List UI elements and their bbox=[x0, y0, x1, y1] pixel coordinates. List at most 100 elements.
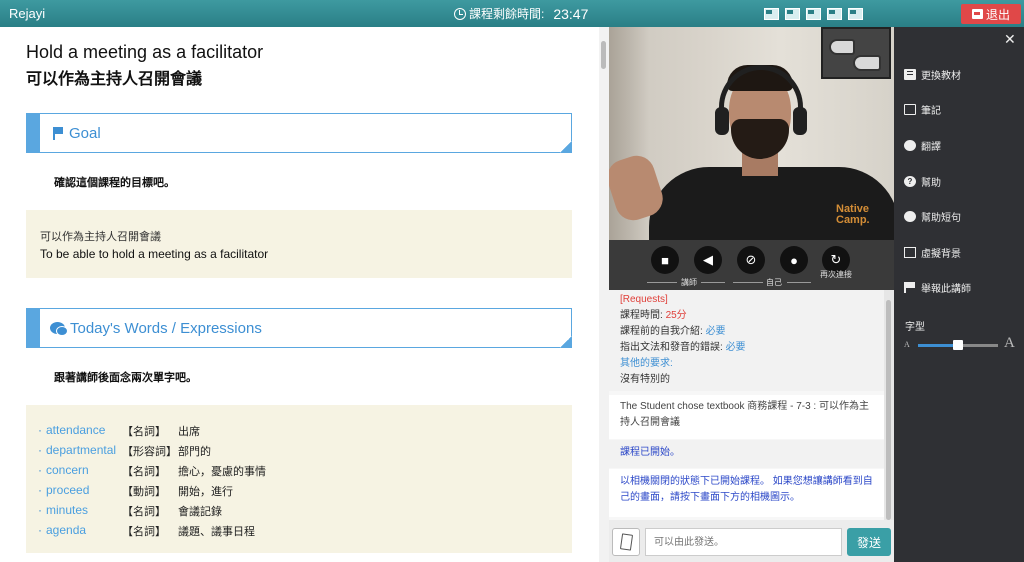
media-controls: ■ ◀ ⊘ ● ↻ 講師 自己 再次連接 bbox=[609, 240, 894, 290]
timer-label: 課程剩餘時間: bbox=[469, 7, 545, 21]
chat-input[interactable] bbox=[645, 528, 842, 556]
other-label: 其他的要求: bbox=[620, 358, 673, 369]
font-small-icon: A bbox=[904, 340, 910, 349]
menu-label: 幫助短句 bbox=[921, 213, 961, 224]
edit-icon bbox=[904, 104, 916, 115]
word[interactable]: departmental bbox=[46, 443, 122, 459]
close-icon[interactable]: ✕ bbox=[1004, 31, 1016, 48]
goal-section-header: Goal bbox=[26, 113, 572, 153]
lesson-started-message: 課程已開始。 bbox=[609, 440, 884, 468]
right-sidebar: ✕ 更換教材 筆記 翻譯 ? 幫助 幫助短句 虛擬背景 舉報此講師 字型 A A bbox=[894, 27, 1024, 562]
goal-heading: Goal bbox=[69, 124, 101, 142]
word[interactable]: minutes bbox=[46, 503, 122, 519]
headset-ear-right bbox=[793, 107, 807, 135]
goal-text-en: To be able to hold a meeting as a facili… bbox=[40, 247, 269, 261]
meaning: 會議記錄 bbox=[178, 506, 222, 518]
refresh-icon: ↻ bbox=[830, 252, 842, 267]
note-icon[interactable] bbox=[612, 528, 640, 556]
self-camera-button[interactable]: ⊘ bbox=[737, 246, 765, 274]
flag-icon bbox=[904, 282, 916, 293]
report-teacher-item[interactable]: 舉報此講師 bbox=[904, 280, 971, 295]
help-phrases-item[interactable]: 幫助短句 bbox=[904, 209, 961, 224]
list-item: · departmental 【形容詞】 部門的 bbox=[38, 443, 211, 459]
chat-log: [Requests] 課程時間: 25分 課程前的自我介紹: 必要 指出文法和發… bbox=[609, 290, 884, 520]
self-preview[interactable] bbox=[821, 27, 891, 79]
change-material-item[interactable]: 更換教材 bbox=[904, 67, 961, 82]
shoe-left bbox=[829, 39, 855, 55]
part-of-speech: 【名詞】 bbox=[122, 426, 166, 438]
menu-label: 舉報此講師 bbox=[921, 284, 971, 295]
requests-title: [Requests] bbox=[620, 294, 668, 305]
request-duration: 課程時間: 25分 bbox=[620, 308, 873, 324]
meaning: 擔心，憂慮的事情 bbox=[178, 466, 266, 478]
layout-5-icon[interactable] bbox=[848, 8, 863, 20]
textbook-message: The Student chose textbook 商務課程 - 7-3 : … bbox=[609, 395, 884, 439]
intro-label: 課程前的自我介紹: bbox=[620, 326, 703, 337]
word[interactable]: agenda bbox=[46, 523, 122, 539]
teacher-camera-button[interactable]: ■ bbox=[651, 246, 679, 274]
layout-2-icon[interactable] bbox=[785, 8, 800, 20]
divider-line bbox=[733, 282, 763, 283]
request-intro: 課程前的自我介紹: 必要 bbox=[620, 324, 873, 340]
chat-input-bar: 發送 bbox=[609, 520, 894, 562]
part-of-speech: 【形容詞】 bbox=[122, 446, 177, 458]
layout-3-icon[interactable] bbox=[806, 8, 821, 20]
bullet: · bbox=[38, 523, 42, 537]
fold-corner bbox=[560, 336, 572, 348]
virtual-background-item[interactable]: 虛擬背景 bbox=[904, 245, 961, 260]
image-icon bbox=[904, 247, 916, 258]
layout-1-icon[interactable] bbox=[764, 8, 779, 20]
chat-scrollbar[interactable] bbox=[884, 290, 894, 520]
notes-item[interactable]: 筆記 bbox=[904, 102, 941, 117]
flag-icon bbox=[53, 126, 64, 140]
timer-value: 23:47 bbox=[553, 5, 589, 22]
divider-line bbox=[701, 282, 725, 283]
chat-icon bbox=[904, 211, 916, 222]
lesson-scroll-thumb[interactable] bbox=[601, 41, 606, 69]
list-item: · proceed 【動詞】 開始，進行 bbox=[38, 483, 233, 499]
layout-4-icon[interactable] bbox=[827, 8, 842, 20]
goal-text-zh: 可以作為主持人召開會議 bbox=[40, 231, 161, 243]
word[interactable]: concern bbox=[46, 463, 122, 479]
book-icon bbox=[904, 69, 916, 80]
divider-line bbox=[647, 282, 677, 283]
slider-handle[interactable] bbox=[953, 340, 963, 350]
speech-bubble-icon bbox=[50, 322, 68, 336]
send-button[interactable]: 發送 bbox=[847, 528, 891, 556]
translate-item[interactable]: 翻譯 bbox=[904, 138, 941, 153]
goal-box: 可以作為主持人召開會議 To be able to hold a meeting… bbox=[26, 210, 572, 278]
intro-value: 必要 bbox=[705, 326, 726, 337]
request-correction: 指出文法和發音的錯誤: 必要 bbox=[620, 340, 873, 356]
word[interactable]: attendance bbox=[46, 423, 122, 439]
meaning: 開始，進行 bbox=[178, 486, 233, 498]
correct-value: 必要 bbox=[725, 342, 746, 353]
teacher-speaker-button[interactable]: ◀ bbox=[694, 246, 722, 274]
list-item: · concern 【名詞】 擔心，憂慮的事情 bbox=[38, 463, 266, 479]
question-icon: ? bbox=[904, 176, 916, 187]
camera-off-icon: ⊘ bbox=[745, 252, 757, 267]
duration-label: 課程時間: bbox=[620, 310, 663, 321]
font-size-label: 字型 bbox=[905, 322, 925, 333]
lesson-scrollbar[interactable] bbox=[599, 27, 609, 562]
exit-button[interactable]: 退出 bbox=[961, 4, 1021, 24]
word[interactable]: proceed bbox=[46, 483, 122, 499]
part-of-speech: 【動詞】 bbox=[122, 486, 166, 498]
camera-off-message: 以相機關閉的狀態下已開始課程。 如果您想讓講師看到自己的畫面，請按下畫面下方的相… bbox=[609, 469, 884, 517]
words-box: · attendance 【名詞】 出席 · departmental 【形容詞… bbox=[26, 405, 572, 553]
teacher-video: Native Camp. bbox=[609, 27, 894, 240]
list-item: · agenda 【名詞】 議題、議事日程 bbox=[38, 523, 255, 539]
help-item[interactable]: ? 幫助 bbox=[904, 174, 941, 189]
menu-label: 虛擬背景 bbox=[921, 249, 961, 260]
fold-corner bbox=[560, 141, 572, 153]
list-item: · attendance 【名詞】 出席 bbox=[38, 423, 200, 439]
words-instruction: 跟著講師後面念兩次單字吧。 bbox=[54, 372, 197, 384]
microphone-icon: ● bbox=[790, 252, 798, 268]
font-size-slider[interactable]: A A bbox=[904, 335, 1019, 353]
lesson-material: Hold a meeting as a facilitator 可以作為主持人召… bbox=[0, 27, 599, 562]
self-mic-button[interactable]: ● bbox=[780, 246, 808, 274]
list-item: · minutes 【名詞】 會議記錄 bbox=[38, 503, 222, 519]
chat-scroll-thumb[interactable] bbox=[886, 300, 891, 520]
headset-ear-left bbox=[715, 107, 729, 135]
other-value: 沒有特別的 bbox=[620, 374, 670, 385]
part-of-speech: 【名詞】 bbox=[122, 506, 166, 518]
